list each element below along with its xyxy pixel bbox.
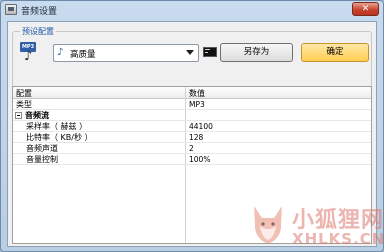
ok-button[interactable]: 确定 <box>301 43 369 62</box>
column-header-value: 数值 <box>189 89 205 98</box>
row-label: 比特率（ KB/秒 ） <box>26 133 93 142</box>
grid-row-bitrate[interactable]: 比特率（ KB/秒 ） 128 <box>13 132 371 143</box>
row-label: 采样率（ 赫兹 ） <box>26 122 88 131</box>
grid-row-type[interactable]: 类型 MP3 <box>13 99 371 110</box>
grid-row-channels[interactable]: 音频声道 2 <box>13 143 371 154</box>
grid-row-sample-rate[interactable]: 采样率（ 赫兹 ） 44100 <box>13 121 371 132</box>
chevron-down-icon[interactable] <box>186 50 194 55</box>
row-label: 类型 <box>16 100 32 109</box>
row-value[interactable]: 2 <box>189 143 194 154</box>
row-label: 音量控制 <box>26 155 58 164</box>
row-label: 音频声道 <box>26 144 58 153</box>
grid-row-volume[interactable]: 音量控制 100% <box>13 154 371 165</box>
grid-header: 配置 数值 <box>13 87 371 99</box>
category-label: 音频流 <box>25 111 49 120</box>
window-icon <box>5 4 17 15</box>
row-value[interactable]: 128 <box>189 132 203 143</box>
mp3-file-icon: MP3 ♪ <box>20 42 36 64</box>
save-as-button[interactable]: 另存为 <box>220 43 293 62</box>
preset-group: 预设配置 MP3 ♪ ♪ 高质量 另存为 确定 <box>12 26 372 90</box>
grid-category-audio-stream[interactable]: 音频流 <box>13 110 371 121</box>
row-value[interactable]: MP3 <box>189 99 205 110</box>
preset-group-label: 预设配置 <box>20 26 56 37</box>
row-value[interactable]: 44100 <box>189 121 213 132</box>
row-value[interactable]: 100% <box>189 154 210 165</box>
window-title: 音频设置 <box>21 7 58 17</box>
site-watermark: 小狐狸网 XHLKS.CN <box>248 198 384 252</box>
title-bar[interactable]: 音频设置 ✕ <box>1 1 383 19</box>
column-header-config: 配置 <box>16 89 32 98</box>
close-button[interactable]: ✕ <box>352 2 379 16</box>
fox-logo-icon <box>254 206 282 244</box>
command-line-icon[interactable] <box>203 47 217 57</box>
preset-dropdown[interactable]: ♪ 高质量 <box>53 44 199 62</box>
music-note-icon: ♪ <box>57 47 64 58</box>
preset-selected-value: 高质量 <box>70 50 96 60</box>
collapse-icon[interactable] <box>15 112 22 119</box>
watermark-text-en: XHLKS.CN <box>292 230 384 248</box>
